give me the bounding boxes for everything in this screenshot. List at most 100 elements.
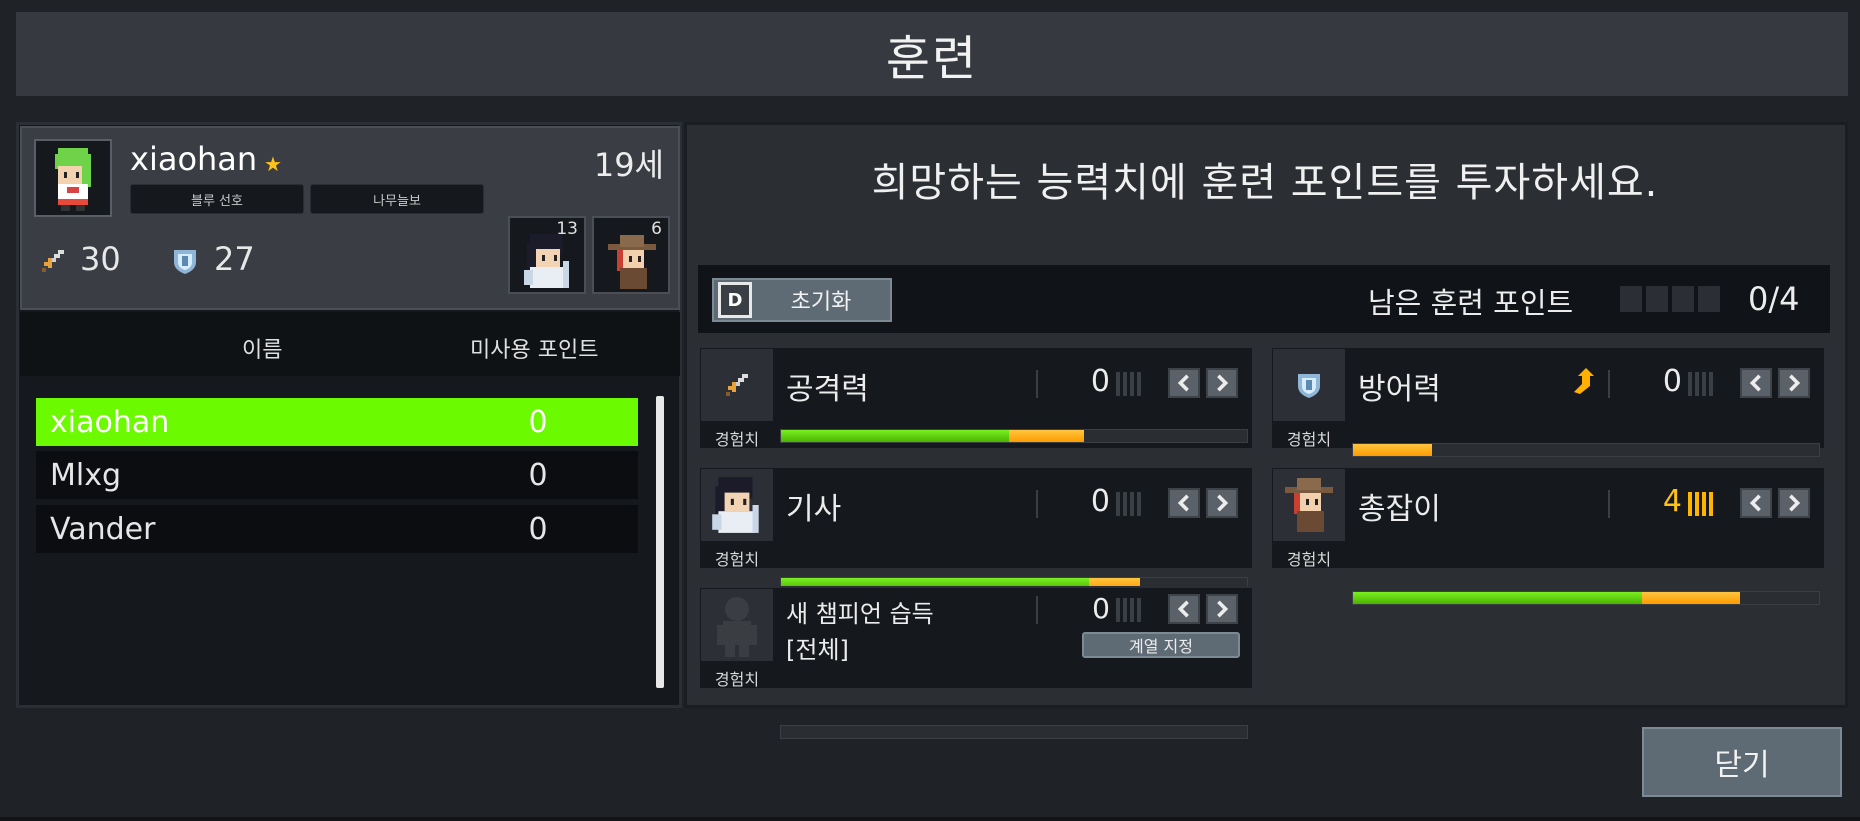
stat-row-defense: [1270, 346, 1826, 450]
gunslinger-portrait-icon: [1273, 469, 1345, 541]
point-pip: [1698, 286, 1720, 312]
reset-button[interactable]: D 초기화: [712, 278, 892, 322]
stat-divider: [1036, 596, 1038, 624]
chevron-right-icon: [1789, 374, 1801, 392]
player-name: xiaohan: [130, 140, 258, 178]
stat-row-knight: [698, 466, 1254, 570]
unused-points: 0: [528, 457, 548, 493]
list-item-vander[interactable]: Vander 0: [36, 505, 638, 553]
player-portrait-icon: [55, 148, 91, 211]
list-header: 이름 미사용 포인트: [20, 312, 680, 376]
level-bars: [1688, 492, 1713, 516]
reset-hotkey: D: [718, 282, 752, 318]
decrease-button[interactable]: [1740, 488, 1772, 518]
trainee-name: Mlxg: [50, 457, 122, 493]
boost-arrow-icon: [1570, 366, 1596, 400]
attack-value: 30: [80, 240, 121, 278]
exp-bar-attack: [780, 429, 1248, 443]
exp-label: 경험치: [1286, 550, 1332, 569]
chevron-right-icon: [1217, 494, 1229, 512]
unused-points: 0: [528, 404, 548, 440]
player-avatar: [34, 139, 112, 217]
list-item-xiaohan[interactable]: xiaohan 0: [36, 398, 638, 446]
knight-champion-icon: [524, 234, 569, 288]
stat-name-defense: 방어력: [1358, 372, 1441, 407]
close-button[interactable]: 닫기: [1642, 727, 1842, 797]
stat-name-knight: 기사: [786, 492, 842, 527]
reset-label: 초기화: [790, 290, 852, 315]
stat-divider: [1608, 490, 1610, 518]
stat-level-gunner: 4: [1662, 484, 1682, 519]
exp-bar-gunner: [1352, 591, 1820, 605]
shield-icon: [172, 246, 198, 280]
increase-button[interactable]: [1778, 368, 1810, 398]
chevron-right-icon: [1789, 494, 1801, 512]
exp-bar-defense: [1352, 443, 1820, 457]
champion-card-knight: 13: [508, 216, 586, 294]
defense-shield-icon: [1273, 349, 1345, 421]
stat-name-new-champion: 새 챔피언 습득: [786, 600, 934, 628]
trainee-name: xiaohan: [50, 404, 170, 440]
chevron-left-icon: [1749, 494, 1761, 512]
bottom-edge: [0, 817, 1860, 821]
chevron-right-icon: [1217, 600, 1229, 618]
level-bars: [1116, 372, 1141, 396]
knight-portrait-icon: [701, 469, 773, 541]
stat-name-gunner: 총잡이: [1358, 492, 1441, 527]
increase-button[interactable]: [1206, 488, 1238, 518]
stat-level-knight: 0: [1090, 484, 1110, 519]
decrease-button[interactable]: [1740, 368, 1772, 398]
decrease-button[interactable]: [1168, 488, 1200, 518]
decrease-button[interactable]: [1168, 594, 1200, 624]
new-champion-group: [전체]: [786, 636, 849, 664]
remaining-points-value: 0/4: [1748, 280, 1800, 318]
remaining-points-label: 남은 훈련 포인트: [1368, 286, 1574, 320]
exp-label: 경험치: [714, 430, 760, 449]
trait-tag: 나무늘보: [310, 184, 484, 214]
decrease-button[interactable]: [1168, 368, 1200, 398]
exp-label: 경험치: [714, 550, 760, 569]
stat-level-new-champion: 0: [1092, 592, 1110, 625]
player-age: 19세: [593, 146, 664, 184]
gunslinger-champion-icon: [608, 235, 656, 289]
stat-name-attack: 공격력: [786, 372, 869, 407]
chevron-right-icon: [1217, 374, 1229, 392]
column-name-header: 이름: [242, 338, 283, 363]
unknown-champion-icon: [701, 589, 773, 661]
increase-button[interactable]: [1206, 594, 1238, 624]
stat-divider: [1608, 370, 1610, 398]
level-bars: [1116, 598, 1141, 622]
increase-button[interactable]: [1778, 488, 1810, 518]
point-pip: [1620, 286, 1642, 312]
star-icon: ★: [264, 152, 282, 176]
champion-card-gunner: 6: [592, 216, 670, 294]
unused-points: 0: [528, 511, 548, 547]
trait-tag: 블루 선호: [130, 184, 304, 214]
attack-sword-icon: [701, 349, 773, 421]
column-points-header: 미사용 포인트: [470, 338, 599, 363]
list-scrollbar[interactable]: [656, 396, 664, 688]
chevron-left-icon: [1177, 600, 1189, 618]
assign-group-button[interactable]: 계열 지정: [1082, 632, 1240, 658]
stat-row-gunner: [1270, 466, 1826, 570]
exp-label: 경험치: [714, 670, 760, 689]
title-bar: 훈련: [16, 12, 1848, 96]
chevron-left-icon: [1749, 374, 1761, 392]
level-bars: [1688, 372, 1713, 396]
point-pip: [1672, 286, 1694, 312]
stat-level-attack: 0: [1090, 364, 1110, 399]
chevron-left-icon: [1177, 374, 1189, 392]
exp-label: 경험치: [1286, 430, 1332, 449]
chevron-left-icon: [1177, 494, 1189, 512]
trainee-name: Vander: [50, 511, 156, 547]
exp-bar-new-champion: [780, 725, 1248, 739]
point-pip: [1646, 286, 1668, 312]
stat-divider: [1036, 370, 1038, 398]
increase-button[interactable]: [1206, 368, 1238, 398]
list-item-mlxg[interactable]: Mlxg 0: [36, 451, 638, 499]
defense-value: 27: [214, 240, 255, 278]
stat-divider: [1036, 490, 1038, 518]
instruction-text: 희망하는 능력치에 훈련 포인트를 투자하세요.: [871, 160, 1659, 206]
stat-level-defense: 0: [1662, 364, 1682, 399]
sword-icon: [38, 246, 68, 280]
